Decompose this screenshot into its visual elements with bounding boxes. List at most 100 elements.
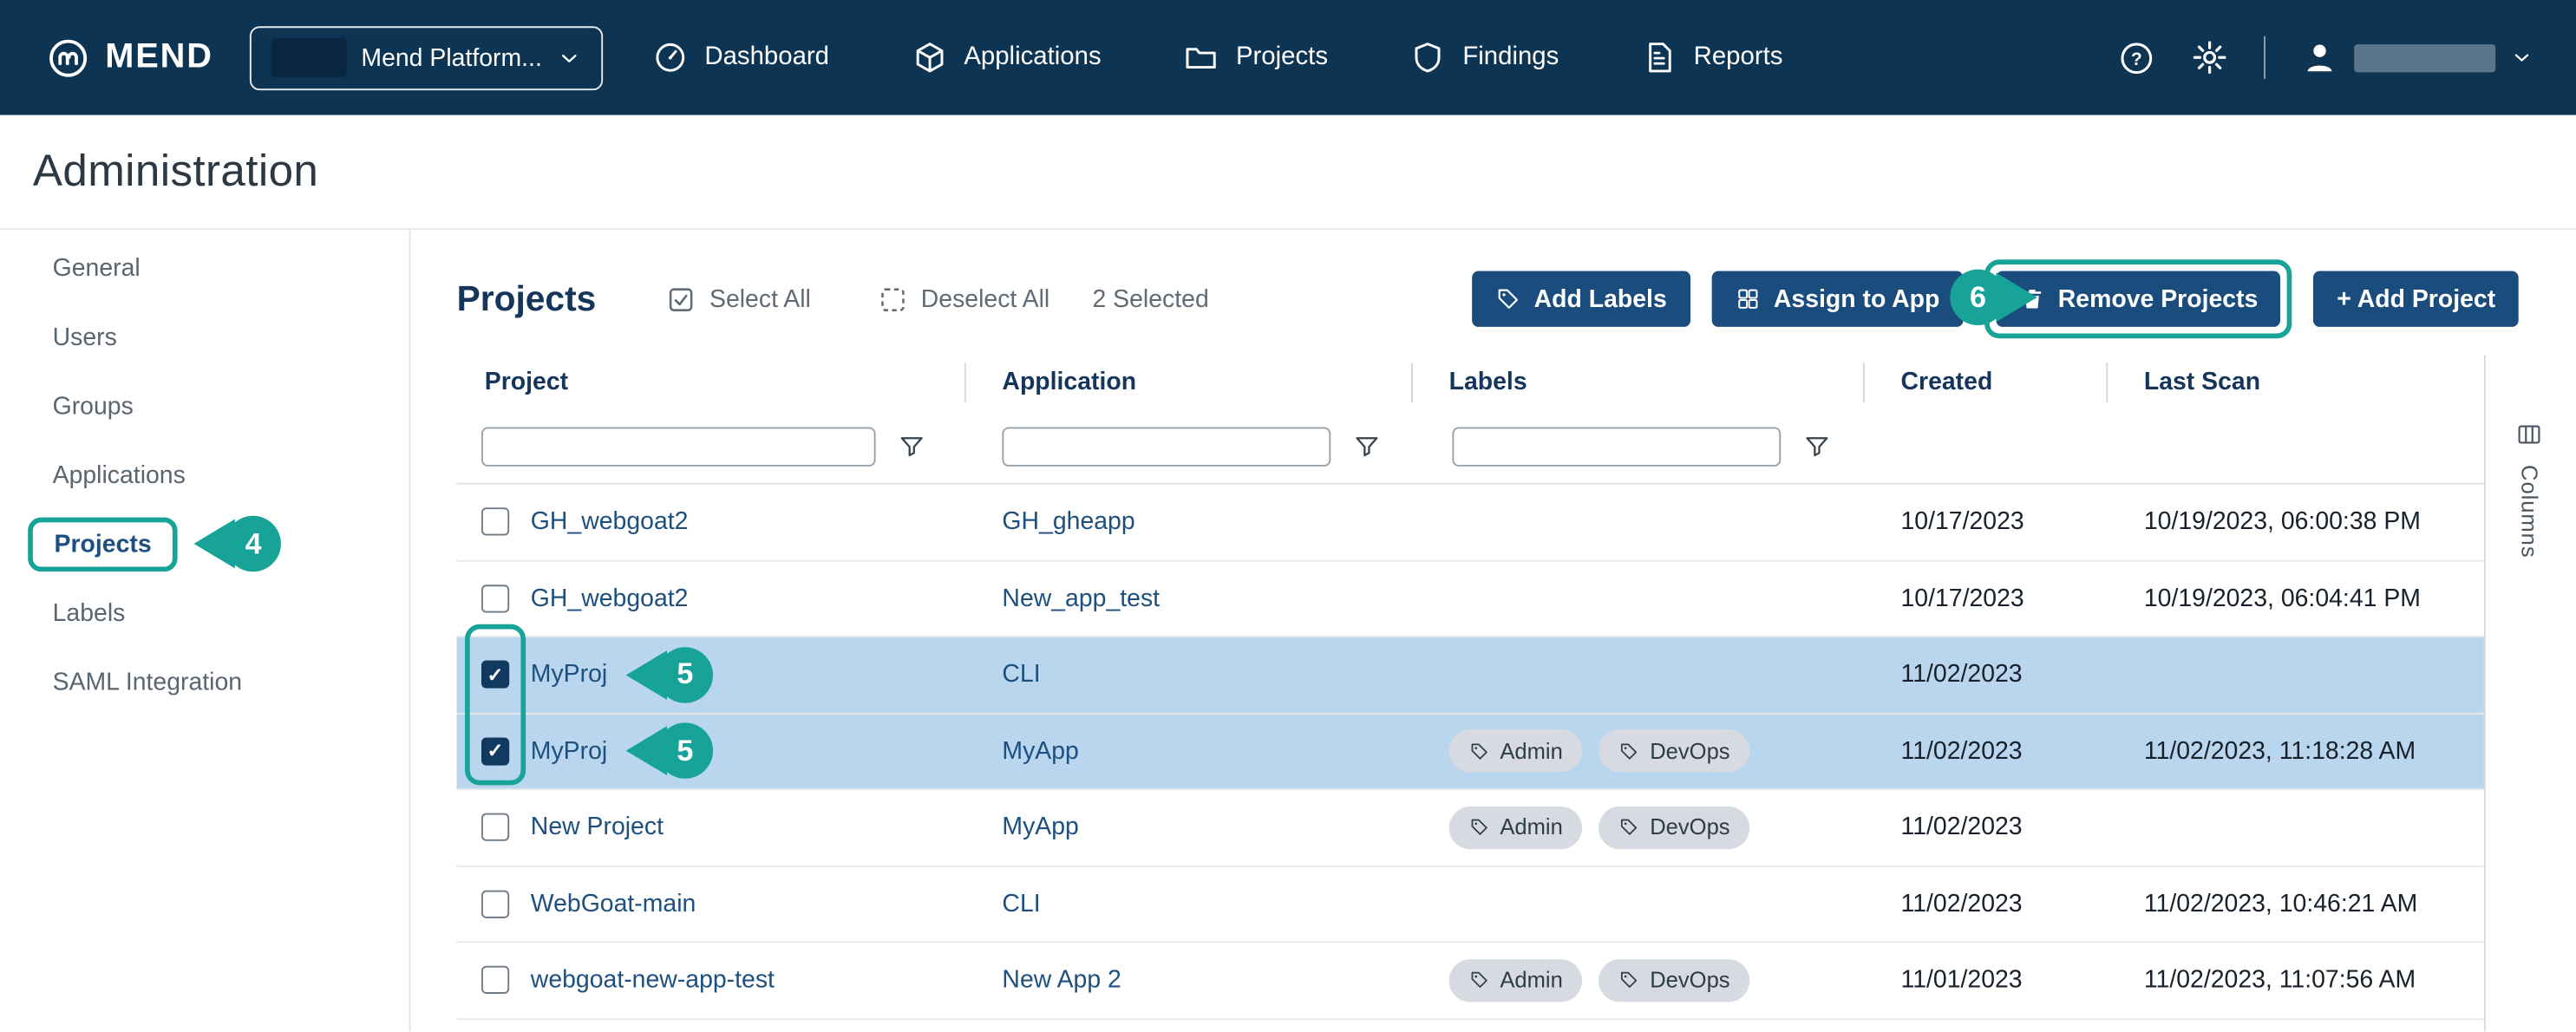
nav-item-applications[interactable]: Applications: [912, 39, 1102, 75]
page-title: Administration: [33, 147, 318, 198]
table-row[interactable]: MyProjCLI11/02/20235: [457, 637, 2484, 714]
application-link[interactable]: CLI: [1002, 890, 1040, 918]
table-row[interactable]: MyProjMyAppAdminDevOps11/02/202311/02/20…: [457, 714, 2484, 790]
table-row[interactable]: WebGoat-mainCLI11/02/202311/02/2023, 10:…: [457, 866, 2484, 943]
deselect-all-button[interactable]: Deselect All: [877, 284, 1050, 315]
application-filter-funnel-icon[interactable]: [1352, 431, 1382, 460]
project-link[interactable]: MyProj: [531, 661, 607, 689]
table-body: GH_webgoat2 GH_gheapp 10/17/202310/19/2023…: [457, 485, 2484, 1020]
labels-filter-input[interactable]: [1452, 427, 1781, 466]
user-icon: [2300, 38, 2339, 77]
application-link[interactable]: MyApp: [1002, 813, 1078, 841]
nav-item-reports[interactable]: Reports: [1641, 39, 1782, 75]
projects-toolbar: Projects Select All Deselect All 2 Selec…: [457, 266, 2519, 332]
sidebar-item-projects[interactable]: Projects4: [0, 509, 409, 578]
sidebar-item-users[interactable]: Users: [0, 303, 409, 372]
mend-logo-icon: [46, 36, 90, 80]
project-link[interactable]: GH_webgoat2: [531, 508, 689, 536]
row-checkbox[interactable]: [481, 890, 509, 918]
assign-to-app-button[interactable]: Assign to App: [1711, 271, 1963, 327]
add-project-button[interactable]: + Add Project: [2314, 271, 2519, 327]
tag-icon: [1468, 741, 1490, 762]
labels-filter-funnel-icon[interactable]: [1802, 431, 1832, 460]
gear-icon: [2190, 38, 2229, 77]
selected-count: 2 Selected: [1092, 285, 1208, 313]
column-header-project[interactable]: Project: [457, 363, 966, 402]
sidebar-item-labels[interactable]: Labels: [0, 578, 409, 648]
label-badge: Admin: [1449, 729, 1583, 772]
application-filter-input[interactable]: [1002, 427, 1330, 466]
select-all-icon: [665, 284, 696, 315]
last-scan-cell: 11/02/2023, 11:07:56 AM: [2108, 966, 2484, 994]
help-button[interactable]: ?: [2118, 39, 2156, 77]
annotation-step-5: 5: [626, 723, 713, 779]
row-checkbox[interactable]: [481, 813, 509, 841]
dashboard-icon: [652, 39, 689, 75]
application-link[interactable]: New App 2: [1002, 966, 1121, 994]
last-scan-cell: 11/02/2023, 11:18:28 AM: [2108, 737, 2484, 765]
settings-button[interactable]: [2190, 38, 2229, 77]
nav-item-findings[interactable]: Findings: [1410, 39, 1559, 75]
column-header-created[interactable]: Created: [1865, 363, 2108, 402]
projects-icon: [1183, 39, 1219, 75]
sidebar-item-saml-integration[interactable]: SAML Integration: [0, 647, 409, 716]
primary-nav: Dashboard Applications Projects Findings Rep…: [652, 39, 1783, 75]
nav-item-projects[interactable]: Projects: [1183, 39, 1328, 75]
add-labels-button[interactable]: Add Labels: [1472, 271, 1690, 327]
deselect-all-icon: [877, 284, 908, 315]
application-link[interactable]: MyApp: [1002, 737, 1078, 765]
created-cell: 11/01/2023: [1865, 966, 2108, 994]
last-scan-cell: 10/19/2023, 06:00:38 PM: [2108, 508, 2484, 536]
created-cell: 10/17/2023: [1865, 508, 2108, 536]
tag-icon: [1618, 817, 1640, 839]
row-checkbox[interactable]: [481, 737, 509, 765]
columns-panel-toggle[interactable]: Columns: [2484, 355, 2573, 1032]
column-header-application[interactable]: Application: [966, 363, 1413, 402]
select-all-button[interactable]: Select All: [665, 284, 811, 315]
table-row[interactable]: webgoat-new-app-testNew App 2AdminDevOps…: [457, 943, 2484, 1019]
org-selector-dropdown[interactable]: Mend Platform...: [250, 25, 603, 89]
sidebar-item-applications[interactable]: Applications: [0, 441, 409, 510]
labels-cell: AdminDevOps: [1413, 807, 1865, 849]
application-link[interactable]: New_app_test: [1002, 585, 1160, 612]
chevron-down-icon: [557, 45, 581, 69]
column-header-labels[interactable]: Labels: [1413, 363, 1865, 402]
application-link[interactable]: CLI: [1002, 661, 1040, 689]
help-icon: ?: [2118, 39, 2156, 77]
projects-table: ProjectApplicationLabelsCreatedLast Scan: [457, 355, 2484, 1019]
table-row[interactable]: GH_webgoat2New_app_test10/17/202310/19/2…: [457, 561, 2484, 637]
sidebar-item-general[interactable]: General: [0, 233, 409, 303]
nav-item-dashboard[interactable]: Dashboard: [652, 39, 829, 75]
table-row[interactable]: New Project MyApp AdminDevOps11/02/2023: [457, 790, 2484, 866]
chevron-down-icon: [2510, 46, 2534, 69]
project-link[interactable]: MyProj: [531, 737, 607, 765]
redacted-user-name: [2354, 43, 2495, 71]
remove-projects-button[interactable]: Remove Projects: [1996, 271, 2281, 327]
row-checkbox[interactable]: [481, 508, 509, 536]
main-content: Projects Select All Deselect All 2 Selec…: [411, 230, 2576, 1032]
row-checkbox[interactable]: [481, 661, 509, 689]
column-header-last-scan[interactable]: Last Scan: [2108, 363, 2484, 402]
brand-name: MEND: [105, 38, 213, 77]
project-link[interactable]: WebGoat-main: [531, 890, 696, 918]
columns-icon: [2515, 421, 2543, 448]
section-title: Projects: [457, 278, 597, 319]
created-cell: 11/02/2023: [1865, 813, 2108, 841]
navbar-right: ?: [2118, 36, 2534, 79]
table-filter-row: [457, 409, 2484, 485]
row-checkbox[interactable]: [481, 966, 509, 994]
row-checkbox[interactable]: [481, 585, 509, 612]
table-row[interactable]: GH_webgoat2 GH_gheapp 10/17/202310/19/2023…: [457, 485, 2484, 561]
project-filter-funnel-icon[interactable]: [897, 431, 926, 460]
project-link[interactable]: New Project: [531, 813, 664, 841]
application-link[interactable]: GH_gheapp: [1002, 508, 1134, 536]
sidebar-item-groups[interactable]: Groups: [0, 371, 409, 441]
user-menu[interactable]: [2300, 38, 2534, 77]
tag-icon: [1468, 817, 1490, 839]
findings-icon: [1410, 39, 1447, 75]
project-link[interactable]: webgoat-new-app-test: [531, 966, 775, 994]
mend-brand[interactable]: MEND: [46, 36, 213, 80]
project-filter-input[interactable]: [481, 427, 876, 466]
last-scan-cell: 11/02/2023, 10:46:21 AM: [2108, 890, 2484, 918]
project-link[interactable]: GH_webgoat2: [531, 585, 689, 612]
